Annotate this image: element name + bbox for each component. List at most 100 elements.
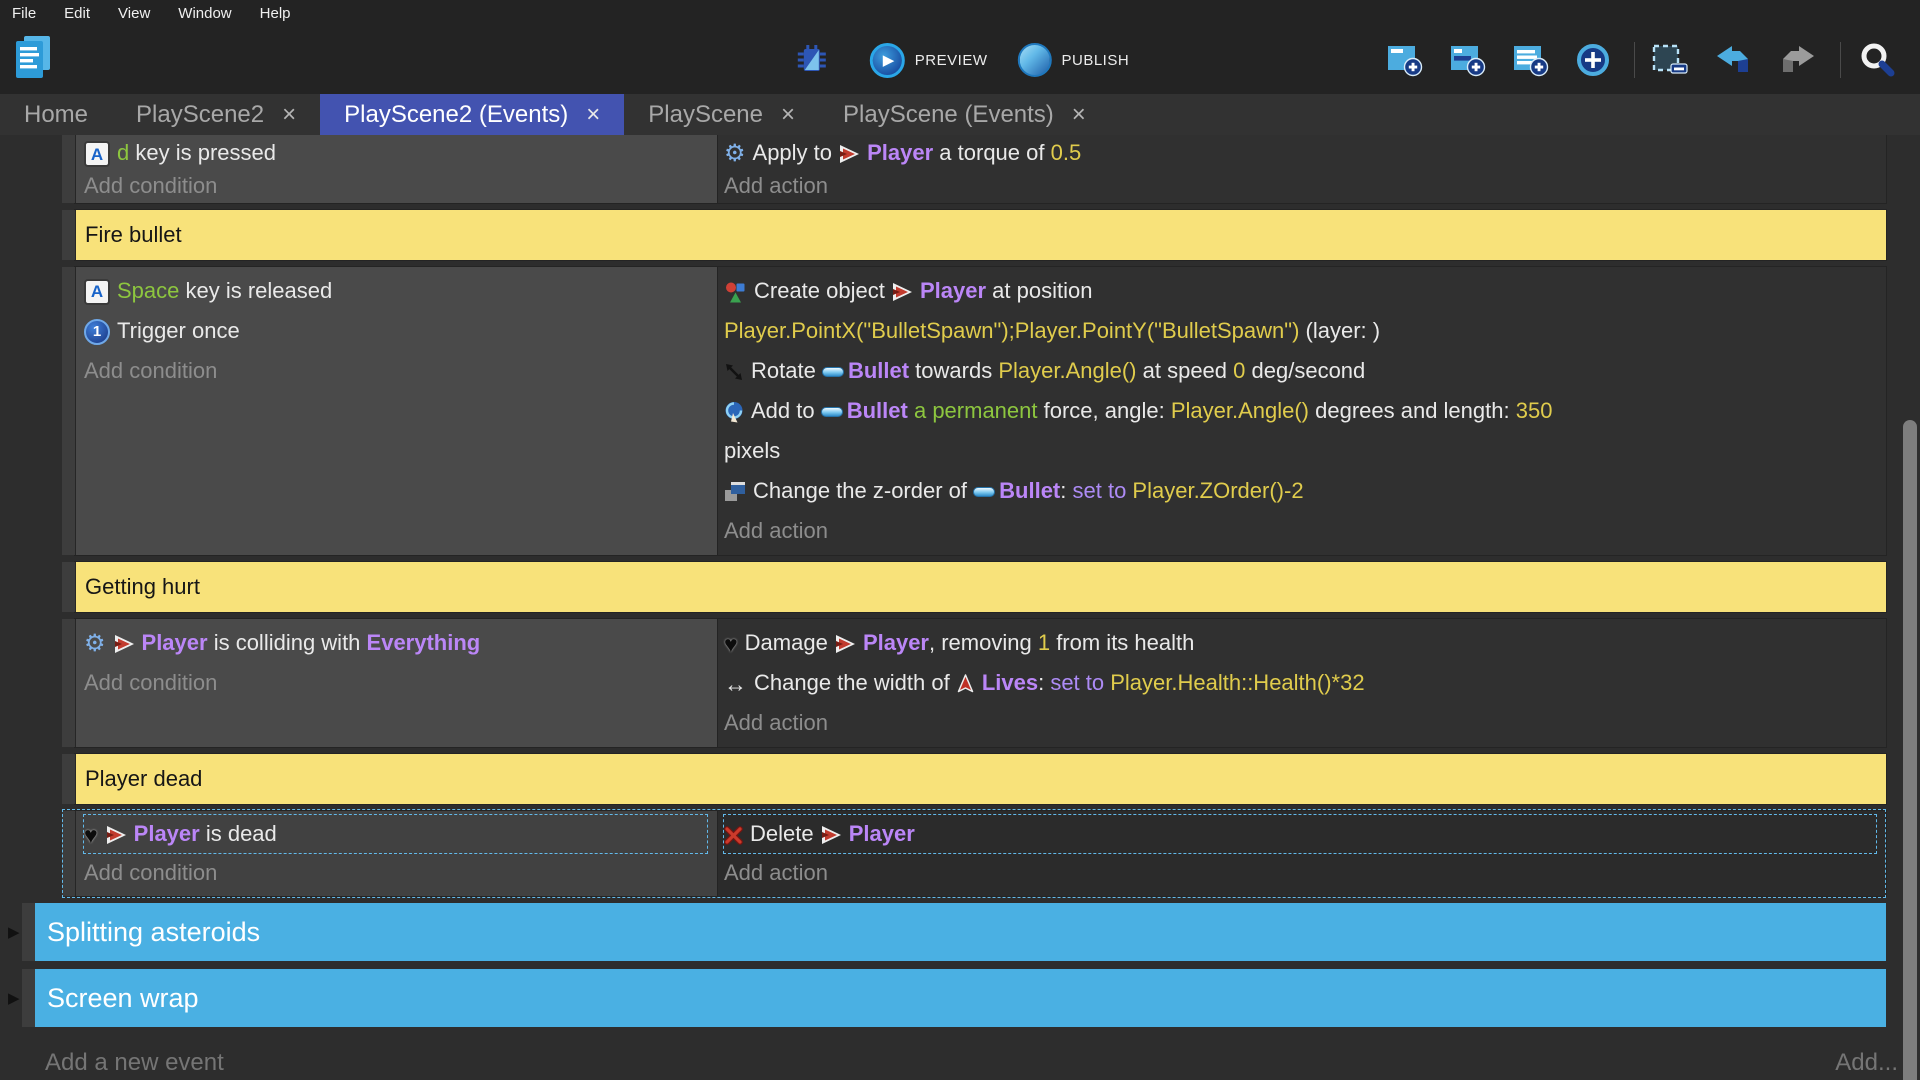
create-object-icon bbox=[724, 281, 747, 304]
action[interactable]: Delete Player bbox=[724, 815, 1876, 853]
close-tab-icon[interactable]: × bbox=[1072, 101, 1086, 129]
event-handle[interactable] bbox=[22, 903, 35, 961]
condition[interactable]: 1Trigger once bbox=[84, 311, 707, 351]
add-event-type-button[interactable] bbox=[1575, 42, 1618, 78]
debug-chip-icon bbox=[791, 39, 833, 81]
menu-edit[interactable]: Edit bbox=[64, 5, 90, 22]
comment-event[interactable]: Player dead bbox=[0, 754, 1920, 804]
publish-button[interactable]: PUBLISH bbox=[1017, 43, 1129, 77]
action[interactable]: Rotate Bullet towards Player.Angle() at … bbox=[724, 351, 1876, 391]
event-handle[interactable] bbox=[62, 267, 76, 555]
event-handle[interactable] bbox=[62, 135, 76, 203]
add-subevent-button[interactable] bbox=[1449, 43, 1496, 77]
condition[interactable]: ⚙Player is colliding with Everything bbox=[84, 623, 707, 663]
event-handle[interactable] bbox=[62, 811, 76, 896]
comment-event[interactable]: Fire bullet bbox=[0, 210, 1920, 260]
menu-window[interactable]: Window bbox=[178, 5, 231, 22]
event-handle[interactable] bbox=[62, 210, 76, 260]
comment-bar[interactable]: Getting hurt bbox=[75, 562, 1886, 612]
delete-selection-button[interactable] bbox=[1651, 42, 1698, 78]
text-segment: Create object bbox=[754, 278, 891, 303]
standard-event[interactable]: Ad key is pressedAdd condition ⚙Apply to … bbox=[0, 135, 1920, 203]
menu-help[interactable]: Help bbox=[260, 5, 291, 22]
add-event-button[interactable] bbox=[1386, 43, 1433, 77]
actions-column: ⚙Apply to Player a torque of 0.5Add acti… bbox=[718, 135, 1886, 203]
add-new-event-button[interactable]: Add a new event bbox=[45, 1049, 224, 1077]
tab-playscene[interactable]: PlayScene × bbox=[624, 94, 819, 135]
text-segment: pixels bbox=[724, 438, 780, 463]
add-action-button[interactable]: Add action bbox=[724, 511, 1876, 551]
menu-view[interactable]: View bbox=[118, 5, 150, 22]
undo-button[interactable] bbox=[1714, 44, 1761, 76]
action[interactable]: Player.PointX("BulletSpawn");Player.Poin… bbox=[724, 311, 1876, 351]
collapse-arrow-icon[interactable]: ▶ bbox=[8, 989, 20, 1007]
comment-event[interactable]: Getting hurt bbox=[0, 562, 1920, 612]
condition[interactable]: Ad key is pressed bbox=[84, 136, 707, 169]
action[interactable]: Change the z-order of Bullet: set to Pla… bbox=[724, 471, 1876, 511]
action[interactable]: ♥Damage Player, removing 1 from its heal… bbox=[724, 623, 1876, 663]
action[interactable]: Create object Player at position bbox=[724, 271, 1876, 311]
add-condition-button[interactable]: Add condition bbox=[84, 351, 707, 391]
add-condition-button[interactable]: Add condition bbox=[84, 169, 707, 202]
add-event-icon bbox=[1386, 43, 1426, 77]
standard-event[interactable]: ⚙Player is colliding with EverythingAdd … bbox=[0, 619, 1920, 747]
event-handle[interactable] bbox=[62, 562, 76, 612]
add-action-button[interactable]: Add action bbox=[724, 703, 1876, 743]
group-bar[interactable]: Screen wrap bbox=[35, 969, 1886, 1027]
redo-button[interactable] bbox=[1777, 44, 1824, 76]
scrollbar-thumb[interactable] bbox=[1903, 420, 1917, 1080]
player-icon bbox=[105, 825, 127, 845]
event-handle[interactable] bbox=[62, 754, 76, 804]
close-tab-icon[interactable]: × bbox=[282, 101, 296, 129]
event-handle[interactable] bbox=[22, 969, 35, 1027]
add-comment-button[interactable] bbox=[1512, 43, 1559, 77]
tab-label: PlayScene (Events) bbox=[843, 101, 1054, 129]
tab-home[interactable]: Home bbox=[0, 94, 112, 135]
collapse-arrow-icon[interactable]: ▶ bbox=[8, 923, 20, 941]
physics-icon: ⚙ bbox=[724, 142, 746, 166]
search-button[interactable] bbox=[1857, 40, 1904, 80]
menu-file[interactable]: File bbox=[12, 5, 36, 22]
add-action-button[interactable]: Add action bbox=[724, 854, 1876, 892]
standard-event[interactable]: ASpace key is released1Trigger onceAdd c… bbox=[0, 267, 1920, 555]
tab-playscene-events[interactable]: PlayScene (Events) × bbox=[819, 94, 1110, 135]
player-icon bbox=[834, 634, 856, 654]
action[interactable]: ↔Change the width of Lives: set to Playe… bbox=[724, 663, 1876, 703]
add-button[interactable]: Add... bbox=[1835, 1049, 1898, 1077]
debug-button[interactable] bbox=[791, 39, 840, 81]
group-title: Screen wrap bbox=[47, 983, 199, 1014]
action[interactable]: pixels bbox=[724, 431, 1876, 471]
condition[interactable]: ASpace key is released bbox=[84, 271, 707, 311]
search-icon bbox=[1857, 40, 1897, 80]
text-segment: Player bbox=[867, 140, 933, 165]
text-segment: Player.ZOrder()-2 bbox=[1132, 478, 1303, 503]
group-bar[interactable]: Splitting asteroids bbox=[35, 903, 1886, 961]
tab-playscene2[interactable]: PlayScene2 × bbox=[112, 94, 320, 135]
comment-bar[interactable]: Player dead bbox=[75, 754, 1886, 804]
action[interactable]: ⚙Apply to Player a torque of 0.5 bbox=[724, 136, 1876, 169]
project-manager-button[interactable] bbox=[12, 34, 61, 82]
add-condition-button[interactable]: Add condition bbox=[84, 663, 707, 703]
condition[interactable]: ♥Player is dead bbox=[84, 815, 707, 853]
group-event[interactable]: ▶ Screen wrap bbox=[0, 969, 1920, 1027]
text-segment: d bbox=[117, 140, 129, 165]
events-footer: Add a new event Add... bbox=[0, 1045, 1920, 1080]
action[interactable]: Add to Bullet a permanent force, angle: … bbox=[724, 391, 1876, 431]
event-handle[interactable] bbox=[62, 619, 76, 747]
text-segment: Player bbox=[863, 630, 929, 655]
text-segment: a torque of bbox=[933, 140, 1050, 165]
add-condition-button[interactable]: Add condition bbox=[84, 854, 707, 892]
text-segment: Player bbox=[849, 821, 915, 846]
preview-button[interactable]: ▶ PREVIEW bbox=[870, 43, 988, 78]
delete-selection-icon bbox=[1651, 42, 1691, 78]
close-tab-icon[interactable]: × bbox=[586, 101, 600, 129]
condition-lines: ASpace key is released1Trigger once bbox=[84, 271, 707, 351]
comment-text: Fire bullet bbox=[85, 222, 182, 248]
add-action-button[interactable]: Add action bbox=[724, 169, 1876, 202]
trigger-once-icon: 1 bbox=[84, 319, 110, 345]
group-event[interactable]: ▶ Splitting asteroids bbox=[0, 903, 1920, 961]
standard-event[interactable]: ♥Player is deadAdd condition Delete Playe… bbox=[0, 811, 1920, 896]
tab-playscene2-events[interactable]: PlayScene2 (Events) × bbox=[320, 94, 624, 135]
comment-bar[interactable]: Fire bullet bbox=[75, 210, 1886, 260]
close-tab-icon[interactable]: × bbox=[781, 101, 795, 129]
